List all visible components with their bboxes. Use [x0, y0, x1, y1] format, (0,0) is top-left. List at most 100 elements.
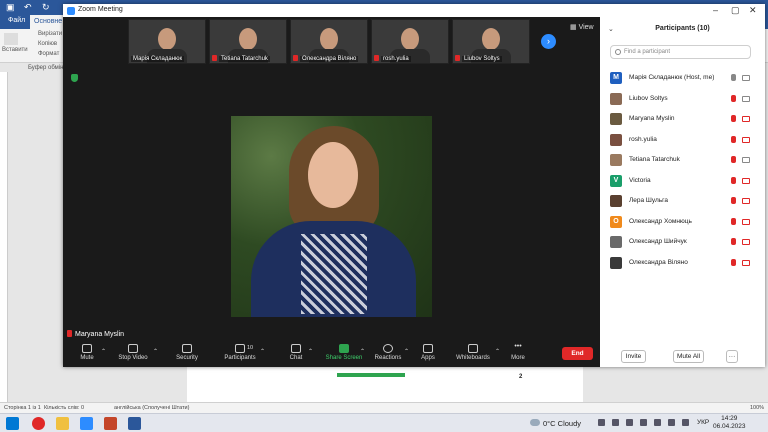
muted-mic-icon [455, 55, 460, 61]
language-indicator[interactable]: УКР [697, 419, 709, 426]
opera-icon[interactable] [32, 417, 45, 430]
participant-row[interactable]: Maryana Myslin [610, 112, 755, 126]
video-thumbnail[interactable]: Марія Складанюк [128, 19, 206, 64]
zoom-taskbar-icon[interactable] [80, 417, 93, 430]
word-autosave-icon[interactable]: ▣ [6, 2, 15, 13]
panel-more-button[interactable]: ··· [726, 350, 738, 363]
invite-button[interactable]: Invite [621, 350, 646, 363]
weather-text[interactable]: 0°C Cloudy [543, 419, 581, 428]
camera-icon[interactable] [612, 419, 619, 426]
document-page[interactable] [187, 365, 583, 402]
muted-mic-icon[interactable] [731, 156, 736, 163]
participant-row[interactable]: V Victoria [610, 174, 755, 188]
video-camera-icon[interactable] [742, 75, 750, 81]
status-page[interactable]: Сторінка 1 із 1 [4, 405, 41, 411]
muted-mic-icon[interactable] [731, 238, 736, 245]
video-thumbnail[interactable]: rosh.yulia [371, 19, 449, 64]
participant-row[interactable]: rosh.yulia [610, 133, 755, 147]
clock[interactable]: 14:29 06.04.2023 [713, 415, 746, 431]
muted-mic-icon[interactable] [731, 135, 736, 143]
end-meeting-button[interactable]: End [562, 347, 593, 360]
undo-icon[interactable]: ↶ [24, 2, 32, 13]
word-icon[interactable] [128, 417, 141, 430]
copy-button[interactable]: Копіюв [38, 41, 57, 47]
status-words[interactable]: Кількість слів: 0 [44, 405, 84, 411]
active-speaker-name: Maryana Myslin [75, 331, 125, 338]
view-button[interactable]: ▦ View [570, 23, 594, 31]
battery-icon[interactable] [682, 419, 689, 426]
video-camera-icon[interactable] [742, 95, 750, 102]
reactions-button[interactable]: Reactions [373, 344, 403, 361]
mute-options-caret[interactable]: ⌃ [101, 348, 106, 355]
participant-row[interactable]: Олександр Шийчук [610, 235, 755, 249]
participant-row[interactable]: О Олександр Хомнюць [610, 215, 755, 229]
participant-row[interactable]: Олександра Віляно [610, 256, 755, 270]
apps-button[interactable]: Apps [419, 344, 437, 361]
paste-icon[interactable] [4, 33, 18, 45]
participant-row[interactable]: Tetiana Tatarchuk [610, 153, 755, 167]
minimize-icon[interactable]: – [713, 5, 718, 15]
active-speaker-video[interactable] [231, 116, 432, 317]
close-icon[interactable]: ✕ [749, 5, 757, 16]
chat-button[interactable]: Chat [288, 344, 304, 361]
whiteboards-button[interactable]: Whiteboards [454, 344, 492, 361]
muted-mic-icon[interactable] [731, 197, 736, 204]
encryption-shield-icon[interactable] [71, 74, 78, 82]
video-off-icon[interactable] [742, 218, 750, 225]
zoom-titlebar: Zoom Meeting – ▢ ✕ [63, 4, 765, 17]
zoom-logo-icon [67, 7, 75, 15]
status-zoom[interactable]: 100% [750, 405, 764, 411]
participant-search-input[interactable]: Find a participant [610, 45, 751, 59]
participant-row[interactable]: M Марія Складанюк (Host, me) [610, 71, 755, 85]
microphone-icon[interactable] [626, 419, 633, 426]
cut-button[interactable]: Вирізати [38, 31, 62, 37]
video-off-icon[interactable] [742, 116, 750, 122]
chevron-right-icon: › [547, 36, 550, 46]
network-icon[interactable] [654, 419, 661, 426]
video-off-icon[interactable] [742, 239, 750, 245]
tab-file[interactable]: Файл [4, 17, 29, 24]
mute-button[interactable]: Mute [75, 344, 99, 361]
participant-row[interactable]: Liubov Soltys [610, 92, 755, 106]
video-thumbnail[interactable]: Олександра Віляно [290, 19, 368, 64]
whiteboards-options-caret[interactable]: ⌃ [495, 348, 500, 355]
video-options-caret[interactable]: ⌃ [153, 348, 158, 355]
file-explorer-icon[interactable] [56, 417, 69, 430]
video-off-icon[interactable] [742, 259, 750, 266]
powerpoint-icon[interactable] [104, 417, 117, 430]
stop-video-button[interactable]: Stop Video [116, 344, 150, 361]
muted-mic-icon[interactable] [731, 217, 736, 225]
video-off-icon[interactable] [742, 198, 750, 204]
mute-all-button[interactable]: Mute All [673, 350, 704, 363]
windows-start-icon[interactable] [6, 417, 19, 430]
microphone-icon[interactable] [731, 74, 736, 81]
muted-mic-icon[interactable] [731, 94, 736, 102]
video-thumbnail[interactable]: Tetiana Tatarchuk [209, 19, 287, 64]
chat-options-caret[interactable]: ⌃ [308, 348, 313, 355]
tab-home[interactable]: Основне [30, 15, 67, 29]
muted-mic-icon[interactable] [731, 115, 736, 122]
video-thumbnail[interactable]: Liubov Soltys [452, 19, 530, 64]
more-button[interactable]: ••• More [508, 343, 528, 361]
muted-mic-icon[interactable] [731, 258, 736, 266]
video-off-icon[interactable] [742, 177, 750, 184]
security-button[interactable]: Security [174, 344, 200, 361]
share-screen-button[interactable]: Share Screen [324, 344, 364, 361]
video-camera-icon[interactable] [742, 157, 750, 163]
next-page-button[interactable]: › [541, 34, 556, 49]
share-options-caret[interactable]: ⌃ [360, 348, 365, 355]
chevron-up-icon[interactable] [598, 419, 605, 426]
window-title: Zoom Meeting [78, 6, 123, 13]
reactions-options-caret[interactable]: ⌃ [404, 348, 409, 355]
maximize-icon[interactable]: ▢ [731, 5, 740, 16]
video-off-icon[interactable] [742, 136, 750, 143]
participants-options-caret[interactable]: ⌃ [260, 348, 265, 355]
format-painter-button[interactable]: Формат [38, 51, 59, 57]
paste-button[interactable]: Вставити [2, 47, 28, 53]
onedrive-icon[interactable] [640, 419, 647, 426]
volume-icon[interactable] [668, 419, 675, 426]
muted-mic-icon[interactable] [731, 176, 736, 184]
status-language[interactable]: англійська (Сполучені Штати) [114, 405, 189, 411]
participant-row[interactable]: Лера Шульга [610, 194, 755, 208]
redo-icon[interactable]: ↻ [42, 2, 50, 13]
